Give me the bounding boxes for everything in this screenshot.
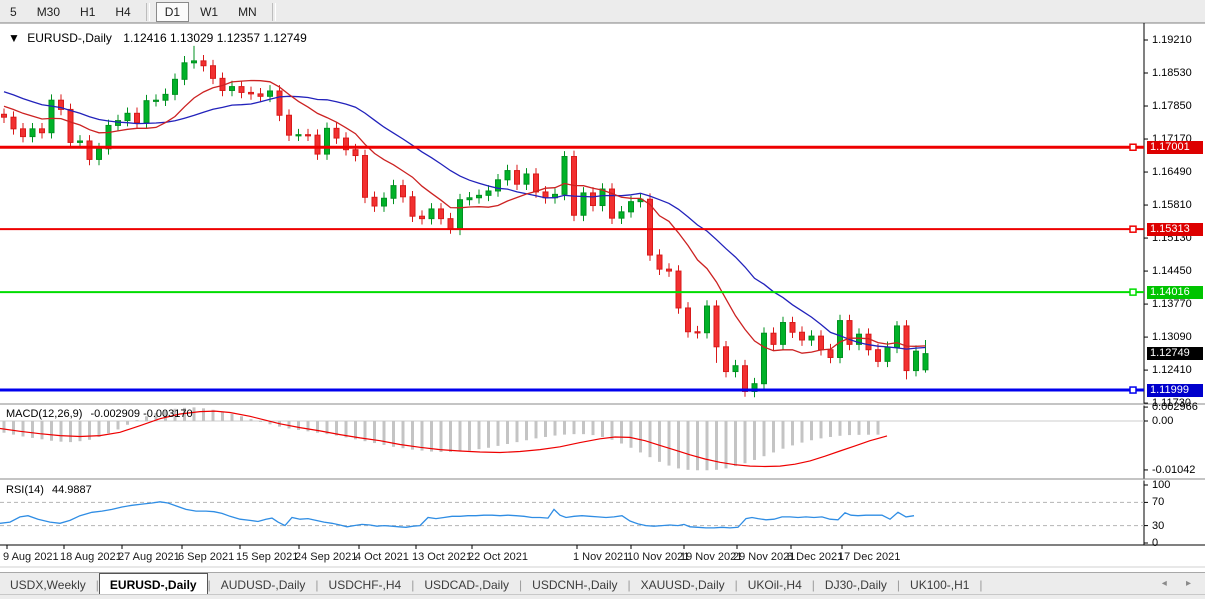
chart-tab-usdchf-h4[interactable]: USDCHF-,H4	[319, 574, 412, 595]
chart-tab-usdcnh-daily[interactable]: USDCNH-,Daily	[522, 574, 627, 595]
rsi-axis-label: 0	[1152, 537, 1158, 549]
price-axis-label: 1.17850	[1152, 100, 1192, 112]
price-axis-label: 1.18530	[1152, 67, 1192, 79]
date-axis-label: 27 Aug 2021	[118, 551, 180, 563]
rsi-name: RSI(14)	[6, 484, 44, 496]
date-axis-label: 15 Sep 2021	[236, 551, 298, 563]
price-axis-label: 1.16490	[1152, 166, 1192, 178]
date-axis-label: 24 Sep 2021	[295, 551, 357, 563]
macd-axis-label: -0.01042	[1152, 464, 1195, 476]
macd-label: MACD(12,26,9) -0.002909 -0.003170	[6, 408, 193, 420]
status-bar	[0, 594, 1205, 599]
macd-axis-label: 0.00	[1152, 415, 1173, 427]
trading-terminal-window: 5M30H1H4D1W1MN ▼ EURUSD-,Daily 1.12416 1…	[0, 0, 1205, 599]
chart-tab-dj30-daily[interactable]: DJ30-,Daily	[815, 574, 897, 595]
chart-tab-audusd-daily[interactable]: AUDUSD-,Daily	[211, 574, 316, 595]
chart-tab-ukoil-h4[interactable]: UKOil-,H4	[738, 574, 812, 595]
tab-separator: |	[979, 578, 982, 595]
chart-tab-eurusd-daily[interactable]: EURUSD-,Daily	[99, 573, 208, 595]
price-axis-label: 1.13770	[1152, 298, 1192, 310]
chart-tab-uk100-h1[interactable]: UK100-,H1	[900, 574, 979, 595]
date-axis-label: 6 Sep 2021	[178, 551, 234, 563]
date-axis-label: 8 Dec 2021	[787, 551, 843, 563]
price-axis-label: 1.12410	[1152, 364, 1192, 376]
chart-tab-bar: USDX,Weekly|EURUSD-,Daily|AUDUSD-,Daily|…	[0, 572, 1205, 595]
date-axis-label: 17 Dec 2021	[838, 551, 900, 563]
price-axis-label: 1.14450	[1152, 265, 1192, 277]
date-axis-label: 13 Oct 2021	[412, 551, 472, 563]
date-axis-label: 18 Aug 2021	[60, 551, 122, 563]
rsi-axis-label: 70	[1152, 496, 1164, 508]
level-price-tag[interactable]: 1.14016	[1147, 286, 1203, 299]
date-axis-label: 22 Oct 2021	[468, 551, 528, 563]
chart-tab-xauusd-daily[interactable]: XAUUSD-,Daily	[631, 574, 735, 595]
level-price-tag[interactable]: 1.17001	[1147, 141, 1203, 154]
price-axis-label: 1.13090	[1152, 331, 1192, 343]
tabbar-scroll-arrows-icon[interactable]: ◂ ▸	[1162, 578, 1199, 589]
date-axis-label: 1 Nov 2021	[573, 551, 629, 563]
price-axis-label: 1.19210	[1152, 34, 1192, 46]
chart-symbol-label: EURUSD-,Daily	[23, 31, 112, 45]
rsi-label: RSI(14) 44.9887	[6, 484, 92, 496]
level-price-tag[interactable]: 1.11999	[1147, 384, 1203, 397]
level-price-tag[interactable]: 1.15313	[1147, 223, 1203, 236]
macd-axis-label: 0.002966	[1152, 401, 1198, 413]
date-axis-label: 4 Oct 2021	[355, 551, 409, 563]
rsi-values: 44.9887	[47, 484, 92, 496]
rsi-axis-label: 100	[1152, 479, 1170, 491]
price-axis-label: 1.15810	[1152, 199, 1192, 211]
current-price-tag: 1.12749	[1147, 347, 1203, 360]
rsi-axis-label: 30	[1152, 520, 1164, 532]
chart-tab-usdcad-daily[interactable]: USDCAD-,Daily	[414, 574, 519, 595]
chart-dropdown-icon[interactable]: ▼	[8, 31, 20, 45]
date-axis-label: 9 Aug 2021	[3, 551, 59, 563]
chart-title: ▼ EURUSD-,Daily 1.12416 1.13029 1.12357 …	[8, 31, 307, 45]
macd-name: MACD(12,26,9)	[6, 408, 82, 420]
chart-ohlc-values: 1.12416 1.13029 1.12357 1.12749	[115, 31, 307, 45]
macd-values: -0.002909 -0.003170	[85, 408, 192, 420]
chart-tab-usdx-weekly[interactable]: USDX,Weekly	[0, 574, 96, 595]
chart-canvas[interactable]	[0, 0, 1205, 599]
